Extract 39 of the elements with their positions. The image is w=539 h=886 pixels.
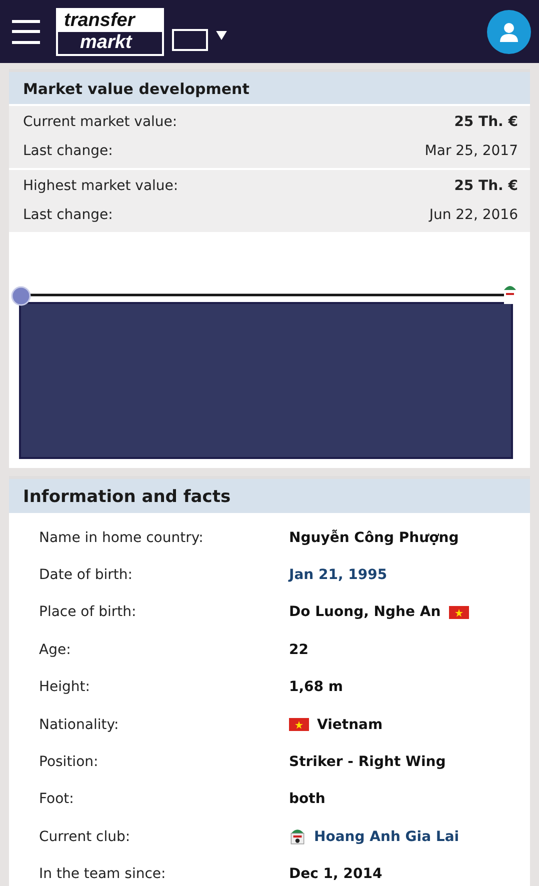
fact-label: Date of birth: bbox=[38, 567, 134, 584]
fact-value: Do Luong, Nghe An bbox=[289, 604, 441, 620]
fact-link[interactable]: Hoang Anh Gia Lai bbox=[314, 828, 460, 845]
flag-icon bbox=[289, 718, 309, 732]
row-value: 25 Th. € bbox=[454, 177, 518, 196]
logo-text: transfer bbox=[58, 10, 162, 32]
fact-value: Striker - Right Wing bbox=[289, 754, 446, 770]
logo[interactable]: transfer markt bbox=[56, 8, 164, 56]
fact-label: Age: bbox=[38, 642, 72, 658]
row-value: 25 Th. € bbox=[454, 113, 518, 132]
fact-label: Position: bbox=[38, 754, 100, 770]
fact-label: Nationality: bbox=[38, 716, 120, 733]
fact-label: Current club: bbox=[38, 828, 132, 845]
fact-link[interactable]: Jan 21, 1995 bbox=[289, 567, 388, 584]
fact-value: Vietnam bbox=[317, 716, 383, 733]
caret-icon[interactable] bbox=[216, 31, 227, 40]
user-button[interactable] bbox=[487, 10, 531, 54]
row-label: Last change: bbox=[23, 206, 113, 225]
row-value: Jun 22, 2016 bbox=[429, 206, 518, 225]
flag-icon bbox=[448, 606, 469, 619]
row-label: Current market value: bbox=[23, 113, 178, 132]
language-dropdown[interactable] bbox=[172, 28, 208, 50]
fact-label: Place of birth: bbox=[38, 604, 138, 620]
row-label: Last change: bbox=[23, 142, 113, 161]
fact-label: In the team since: bbox=[38, 866, 167, 882]
section-title: Information and facts bbox=[9, 476, 530, 513]
fact-label: Height: bbox=[38, 679, 91, 696]
menu-icon[interactable] bbox=[12, 20, 40, 44]
fact-label: Name in home country: bbox=[38, 530, 204, 546]
fact-value: 1,68 m bbox=[289, 679, 344, 696]
fact-value: 22 bbox=[289, 642, 308, 658]
fact-value: Nguyễn Công Phượng bbox=[289, 530, 459, 546]
logo-text: markt bbox=[79, 32, 134, 54]
section-title: Market value development bbox=[9, 69, 530, 104]
fact-value: Dec 1, 2014 bbox=[289, 866, 382, 882]
fact-value: both bbox=[289, 791, 326, 808]
row-value: Mar 25, 2017 bbox=[424, 142, 518, 161]
fact-label: Foot: bbox=[38, 791, 75, 808]
row-label: Highest market value: bbox=[23, 177, 178, 196]
